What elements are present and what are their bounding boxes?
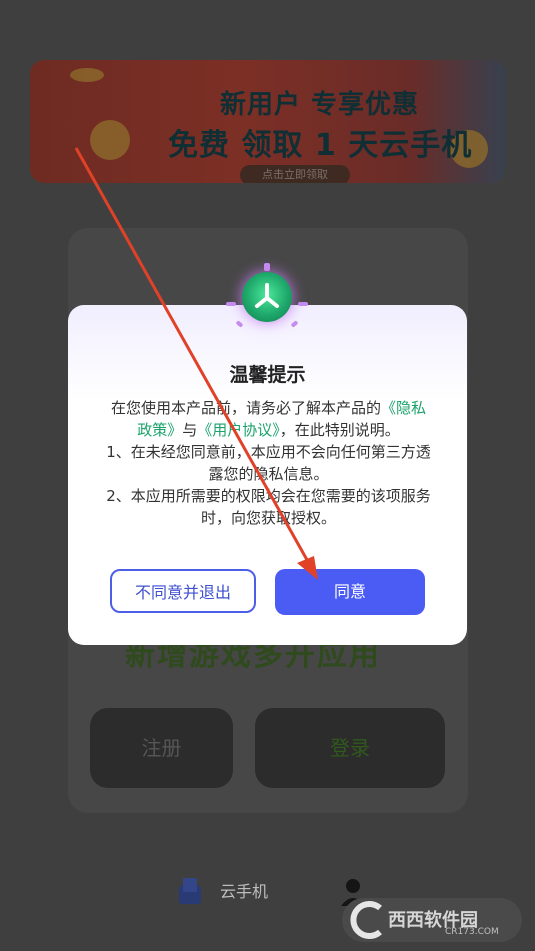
banner-title: 新用户 专享优惠 [220,90,420,120]
agree-button[interactable]: 同意 [275,569,425,615]
connector-text: 与 [182,421,198,439]
watermark-subtext: CR173.COM [445,927,499,937]
banner-subtitle: 免费 领取 1 天云手机 [168,128,473,163]
user-agreement-link[interactable]: 《用户协议》 [197,421,280,439]
cloud-phone-icon[interactable] [175,876,205,906]
promo-banner[interactable]: 新用户 专享优惠 免费 领取 1 天云手机 点击立即领取 [30,60,505,183]
ray-decoration [298,302,308,306]
decline-exit-button[interactable]: 不同意并退出 [110,569,256,613]
intro-suffix-text: ，在此特别说明。 [279,421,400,439]
intro-text: 在您使用本产品前，请务必了解本产品的 [110,399,381,417]
login-button: 登录 [255,708,445,788]
coin-decoration [70,68,104,82]
notice-item-1: 1、在未经您同意前，本应用不会向任何第三方透露您的隐私信息。 [106,443,431,483]
ray-decoration [226,302,236,306]
banner-claim-pill: 点击立即领取 [240,165,350,183]
watermark-logo-icon [350,901,382,939]
dialog-title: 温馨提示 [229,364,306,386]
ray-decoration [264,263,270,271]
coin-decoration [90,120,130,160]
privacy-dialog: 温馨提示 在您使用本产品前，请务必了解本产品的《隐私政策》与《用户协议》，在此特… [68,305,467,645]
register-button: 注册 [90,708,233,788]
dialog-body: 在您使用本产品前，请务必了解本产品的《隐私政策》与《用户协议》，在此特别说明。 … [106,397,431,529]
notice-item-2: 2、本应用所需要的权限均会在您需要的该项服务时，向您获取授权。 [106,487,431,527]
nav-label-cloud-phone[interactable]: 云手机 [220,878,268,902]
app-logo-icon [242,272,292,322]
